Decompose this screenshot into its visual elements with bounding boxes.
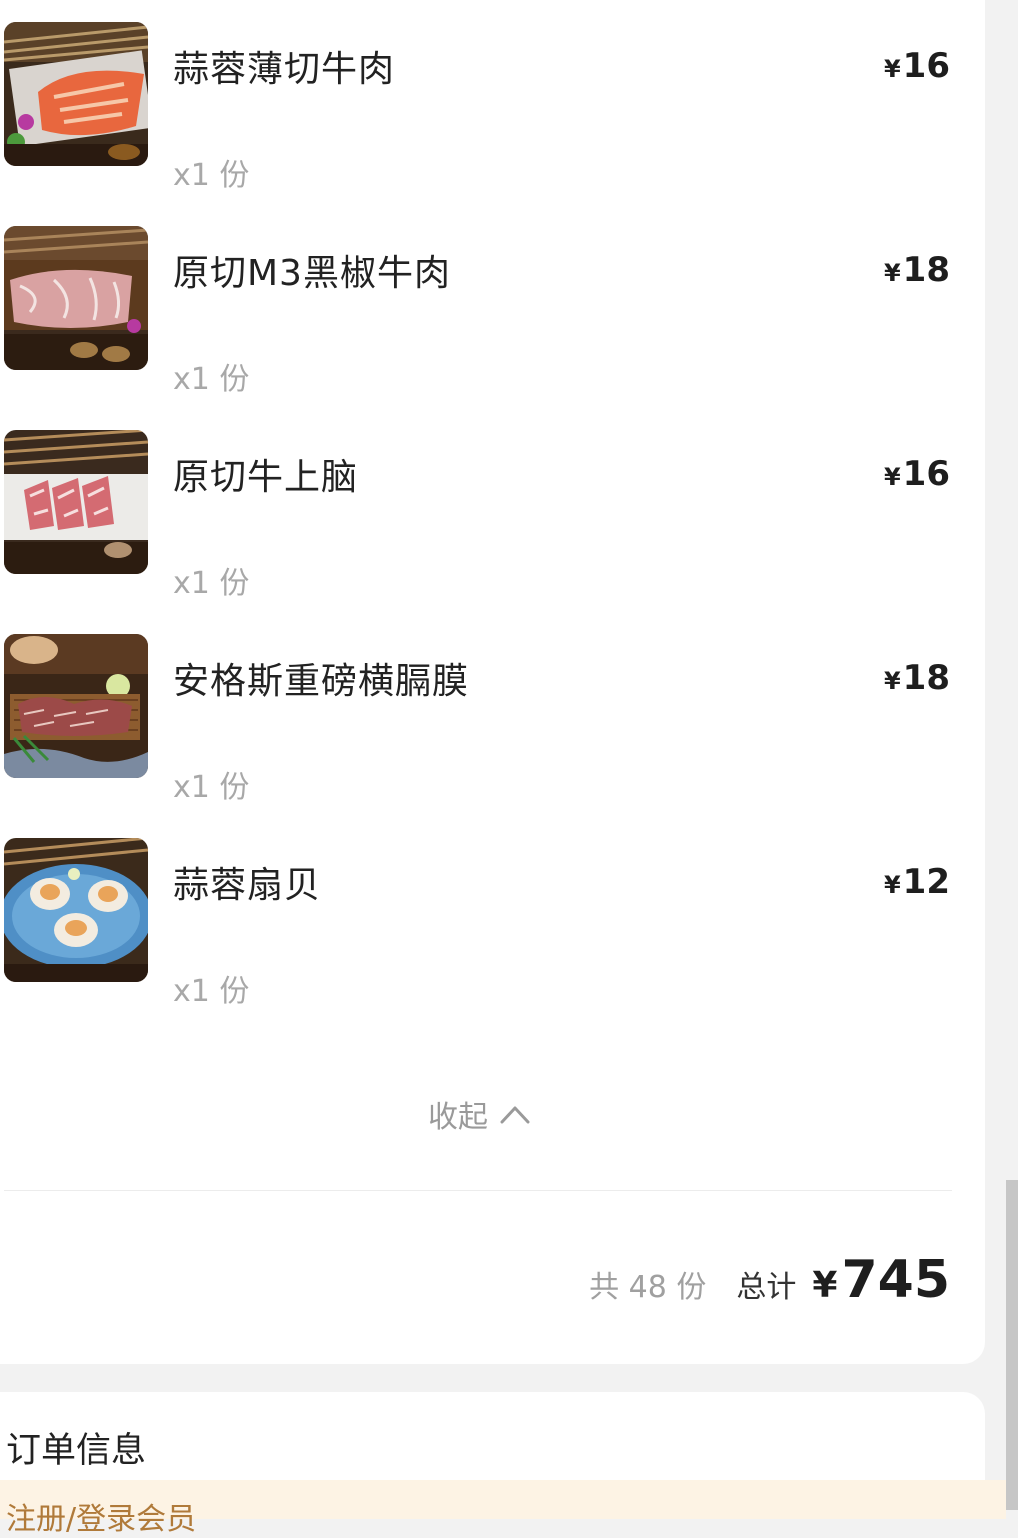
item-name: 蒜蓉扇贝 <box>173 865 322 906</box>
list-item[interactable]: 原切牛上脑 ¥16 x1 份 <box>0 430 985 601</box>
item-count: 共 48 份 <box>589 1270 707 1305</box>
item-image-pepper-beef <box>4 226 148 370</box>
member-notice-text: 注册/登录会员 <box>6 1502 197 1537</box>
member-notice-banner[interactable]: 注册/登录会员 <box>0 1480 1006 1537</box>
currency-symbol: ¥ <box>883 871 901 899</box>
collapse-label: 收起 <box>428 1100 488 1135</box>
item-image-skirt-steak <box>4 634 148 778</box>
order-info-card: 订单信息 注册/登录会员 <box>0 1392 1006 1537</box>
item-image-marbled-beef <box>4 430 148 574</box>
item-price-value: 16 <box>902 46 950 86</box>
currency-symbol: ¥ <box>883 463 901 491</box>
item-price-value: 16 <box>902 454 950 494</box>
total-currency: ¥ <box>812 1265 838 1306</box>
order-info-title: 订单信息 <box>6 1431 147 1471</box>
item-image-garlic-scallops <box>4 838 148 982</box>
item-quantity: x1 份 <box>173 158 250 193</box>
currency-symbol: ¥ <box>883 259 901 287</box>
item-price: ¥16 <box>884 46 950 86</box>
list-item[interactable]: 蒜蓉扇贝 ¥12 x1 份 <box>0 838 985 1009</box>
item-quantity: x1 份 <box>173 770 250 805</box>
order-summary: 共 48 份 总计 ¥ 745 <box>589 1250 950 1310</box>
scrollbar-thumb[interactable] <box>1006 1180 1018 1510</box>
item-name: 原切牛上脑 <box>173 457 359 498</box>
item-price: ¥18 <box>884 658 950 698</box>
item-image-beef-slices <box>4 22 148 166</box>
item-price-value: 18 <box>902 658 950 698</box>
list-item[interactable]: 蒜蓉薄切牛肉 ¥16 x1 份 <box>0 22 985 193</box>
item-name: 安格斯重磅横膈膜 <box>173 661 470 702</box>
list-item[interactable]: 原切M3黑椒牛肉 ¥18 x1 份 <box>0 226 985 397</box>
item-name: 蒜蓉薄切牛肉 <box>173 49 396 90</box>
item-quantity: x1 份 <box>173 566 250 601</box>
total-label: 总计 <box>736 1270 797 1305</box>
chevron-up-icon <box>498 1102 532 1126</box>
divider <box>4 1190 952 1191</box>
total-amount: 745 <box>841 1250 950 1310</box>
currency-symbol: ¥ <box>883 55 901 83</box>
item-name: 原切M3黑椒牛肉 <box>173 253 451 294</box>
list-item[interactable]: 安格斯重磅横膈膜 ¥18 x1 份 <box>0 634 985 805</box>
item-price: ¥16 <box>884 454 950 494</box>
collapse-button[interactable]: 收起 <box>428 1094 532 1135</box>
item-price-value: 18 <box>902 250 950 290</box>
currency-symbol: ¥ <box>883 667 901 695</box>
item-price: ¥12 <box>884 862 950 902</box>
item-quantity: x1 份 <box>173 974 250 1009</box>
item-price-value: 12 <box>902 862 950 902</box>
order-items-card: 蒜蓉薄切牛肉 ¥16 x1 份 原切M3黑椒牛肉 ¥18 x1 份 原切牛上脑 … <box>0 0 985 1364</box>
item-price: ¥18 <box>884 250 950 290</box>
item-quantity: x1 份 <box>173 362 250 397</box>
